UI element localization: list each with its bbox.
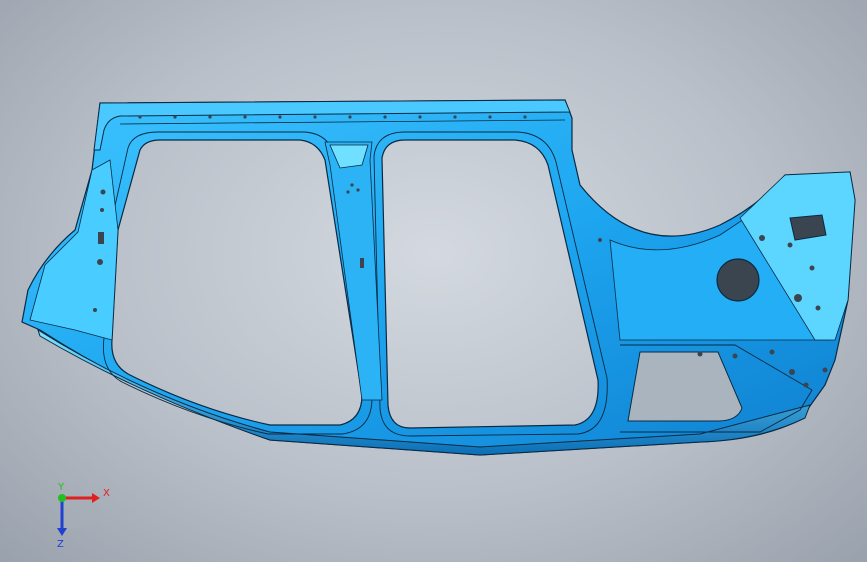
coordinate-triad: X Y Z xyxy=(57,482,110,550)
x-axis-label: X xyxy=(103,488,110,499)
z-axis-arrow xyxy=(57,528,67,536)
y-axis-dot xyxy=(58,494,66,502)
fuel-hole xyxy=(716,258,760,302)
z-axis-label: Z xyxy=(57,539,64,550)
x-axis-arrow xyxy=(92,493,100,503)
bracket-window xyxy=(789,214,827,241)
body-side-panel-model[interactable] xyxy=(0,0,867,562)
y-axis-label: Y xyxy=(57,482,65,493)
3d-viewport[interactable]: X Y Z xyxy=(0,0,867,562)
a-pillar xyxy=(29,159,119,341)
